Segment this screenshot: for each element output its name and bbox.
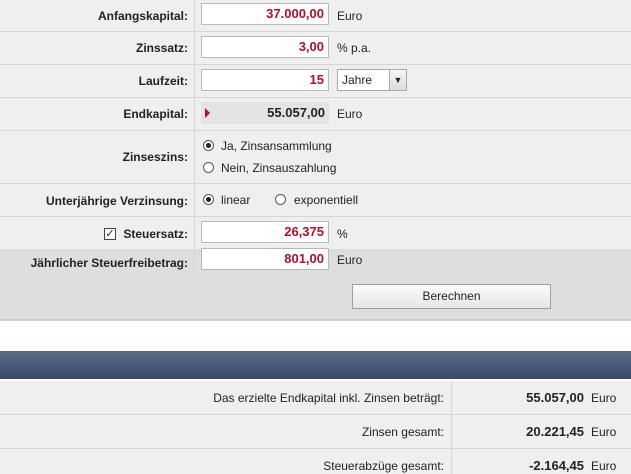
endkapital-readout: 55.057,00 xyxy=(201,102,329,124)
steuersatz-unit: % xyxy=(337,227,348,241)
zinssatz-unit: % p.a. xyxy=(337,41,372,55)
result-label: Das erzielte Endkapital inkl. Zinsen bet… xyxy=(213,391,444,405)
verzinsung-exp-radio[interactable] xyxy=(275,194,286,205)
row-separator xyxy=(194,0,195,31)
chevron-down-icon[interactable]: ▼ xyxy=(389,70,406,90)
freibetrag-unit: Euro xyxy=(337,253,363,267)
row-separator xyxy=(194,131,195,183)
verzinsung-linear-radio[interactable] xyxy=(203,194,214,205)
result-value: 55.057,00 xyxy=(526,390,584,405)
verzinsung-label: Unterjährige Verzinsung: xyxy=(45,194,188,208)
laufzeit-unit-select[interactable]: Jahre ▼ xyxy=(337,69,407,91)
row-anfangskapital: Anfangskapital: 37.000,00 Euro xyxy=(0,0,631,32)
row-zinssatz: Zinssatz: 3,00 % p.a. xyxy=(0,32,631,65)
zinseszins-label: Zinseszins: xyxy=(122,150,188,164)
row-separator xyxy=(194,32,195,64)
row-laufzeit: Laufzeit: 15 Jahre ▼ xyxy=(0,65,631,98)
result-unit: Euro xyxy=(591,459,617,473)
laufzeit-select-value: Jahre xyxy=(342,73,373,87)
result-unit: Euro xyxy=(591,425,617,439)
row-separator xyxy=(194,65,195,97)
result-row: Zinsen gesamt: 20.221,45 Euro xyxy=(0,415,631,449)
berechnen-button[interactable]: Berechnen xyxy=(352,284,551,309)
row-verzinsung: Unterjährige Verzinsung: linear exponent… xyxy=(0,184,631,217)
steuersatz-label: Steuersatz: xyxy=(123,227,188,241)
results-header-band xyxy=(0,351,631,379)
result-row: Steuerabzüge gesamt: -2.164,45 Euro xyxy=(0,449,631,474)
row-separator xyxy=(451,449,452,474)
zinseszins-no-radio[interactable] xyxy=(203,162,214,173)
verzinsung-linear-label[interactable]: linear xyxy=(221,193,250,207)
anfangskapital-input[interactable]: 37.000,00 xyxy=(201,3,329,25)
freibetrag-input[interactable]: 801,00 xyxy=(201,248,329,270)
result-label: Zinsen gesamt: xyxy=(361,425,444,439)
row-separator xyxy=(194,217,195,249)
arrow-right-icon xyxy=(205,108,210,118)
anfangskapital-unit: Euro xyxy=(337,9,363,23)
result-row: Das erzielte Endkapital inkl. Zinsen bet… xyxy=(0,381,631,415)
zinssatz-input[interactable]: 3,00 xyxy=(201,36,329,58)
endkapital-value: 55.057,00 xyxy=(267,105,325,120)
result-unit: Euro xyxy=(591,391,617,405)
verzinsung-exp-label[interactable]: exponentiell xyxy=(294,193,358,207)
endkapital-unit: Euro xyxy=(337,107,363,121)
zinseszins-yes-radio[interactable] xyxy=(203,140,214,151)
row-zinseszins: Zinseszins: Ja, Zinsansammlung Nein, Zin… xyxy=(0,131,631,184)
row-separator xyxy=(451,415,452,448)
row-separator xyxy=(194,184,195,216)
zinseszins-yes-label[interactable]: Ja, Zinsansammlung xyxy=(221,139,332,153)
row-separator xyxy=(194,249,195,275)
freibetrag-label: Jährlicher Steuerfreibetrag: xyxy=(30,256,188,270)
row-separator xyxy=(194,98,195,130)
row-separator xyxy=(451,381,452,414)
laufzeit-label: Laufzeit: xyxy=(138,74,188,88)
anfangskapital-label: Anfangskapital: xyxy=(97,9,188,23)
zinssatz-label: Zinssatz: xyxy=(135,41,188,55)
result-label: Steuerabzüge gesamt: xyxy=(323,459,444,473)
row-steuersatz: ✓ Steuersatz: 26,375 % xyxy=(0,217,631,249)
result-value: 20.221,45 xyxy=(526,424,584,439)
endkapital-label: Endkapital: xyxy=(123,107,188,121)
zinseszins-no-label[interactable]: Nein, Zinsauszahlung xyxy=(221,161,336,175)
result-value: -2.164,45 xyxy=(529,458,584,473)
row-endkapital: Endkapital: 55.057,00 Euro xyxy=(0,98,631,131)
steuersatz-input[interactable]: 26,375 xyxy=(201,221,329,243)
laufzeit-input[interactable]: 15 xyxy=(201,69,329,91)
